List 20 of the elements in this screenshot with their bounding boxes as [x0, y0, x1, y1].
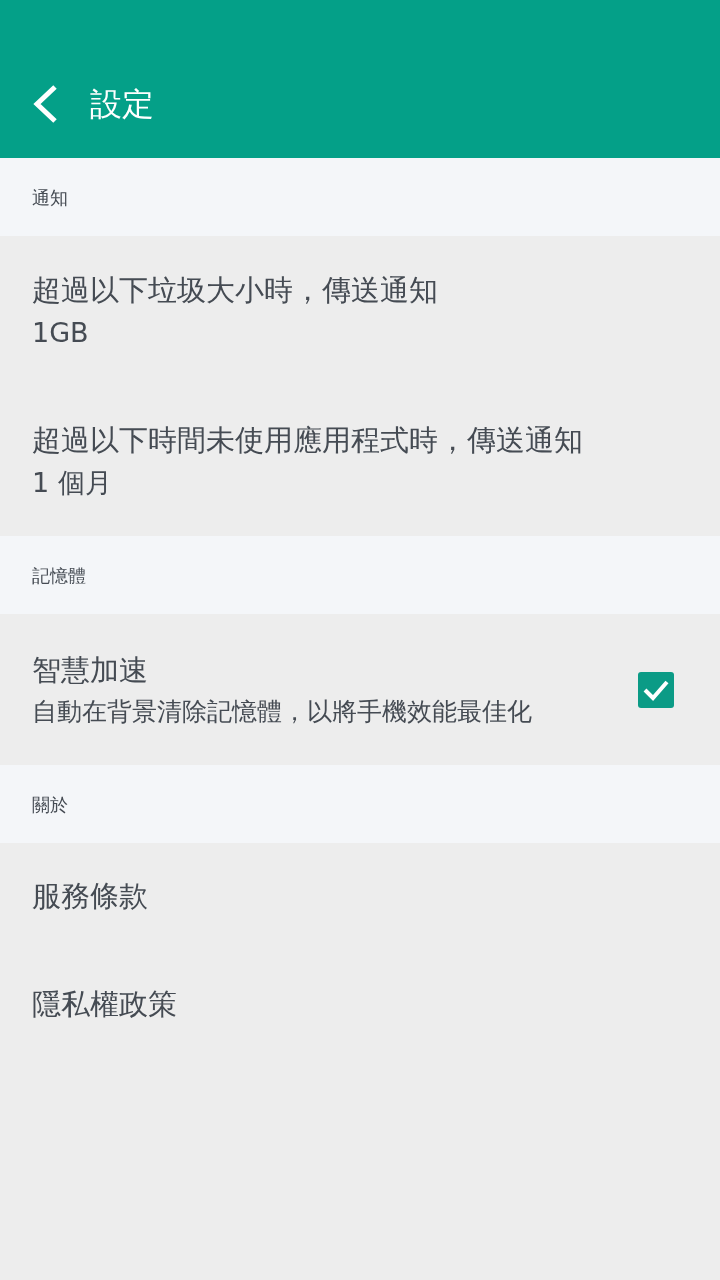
setting-item[interactable]: 隱私權政策: [0, 951, 720, 1059]
setting-item[interactable]: 超過以下垃圾大小時，傳送通知 1GB: [0, 236, 720, 386]
section-header: 通知: [32, 185, 68, 210]
setting-title: 超過以下垃圾大小時，傳送通知: [32, 272, 439, 309]
setting-item[interactable]: 超過以下時間未使用應用程式時，傳送通知 1 個月: [0, 386, 720, 536]
section-header: 關於: [32, 792, 68, 817]
screen-title: 設定: [90, 84, 154, 125]
setting-item[interactable]: 服務條款: [0, 843, 720, 951]
setting-title: 超過以下時間未使用應用程式時，傳送通知: [32, 422, 584, 459]
setting-item[interactable]: 智慧加速 自動在背景清除記憶體，以將手機效能最佳化: [0, 614, 720, 765]
setting-value: 1GB: [32, 315, 90, 350]
setting-title: 服務條款: [32, 878, 148, 916]
check-icon: [643, 678, 669, 701]
section-header: 記憶體: [32, 563, 86, 588]
setting-value: 1 個月: [32, 465, 113, 500]
back-icon: [31, 84, 59, 124]
setting-summary: 自動在背景清除記憶體，以將手機效能最佳化: [32, 695, 532, 728]
setting-title: 隱私權政策: [32, 986, 177, 1024]
setting-title: 智慧加速: [32, 652, 149, 689]
checkbox[interactable]: [638, 671, 674, 708]
